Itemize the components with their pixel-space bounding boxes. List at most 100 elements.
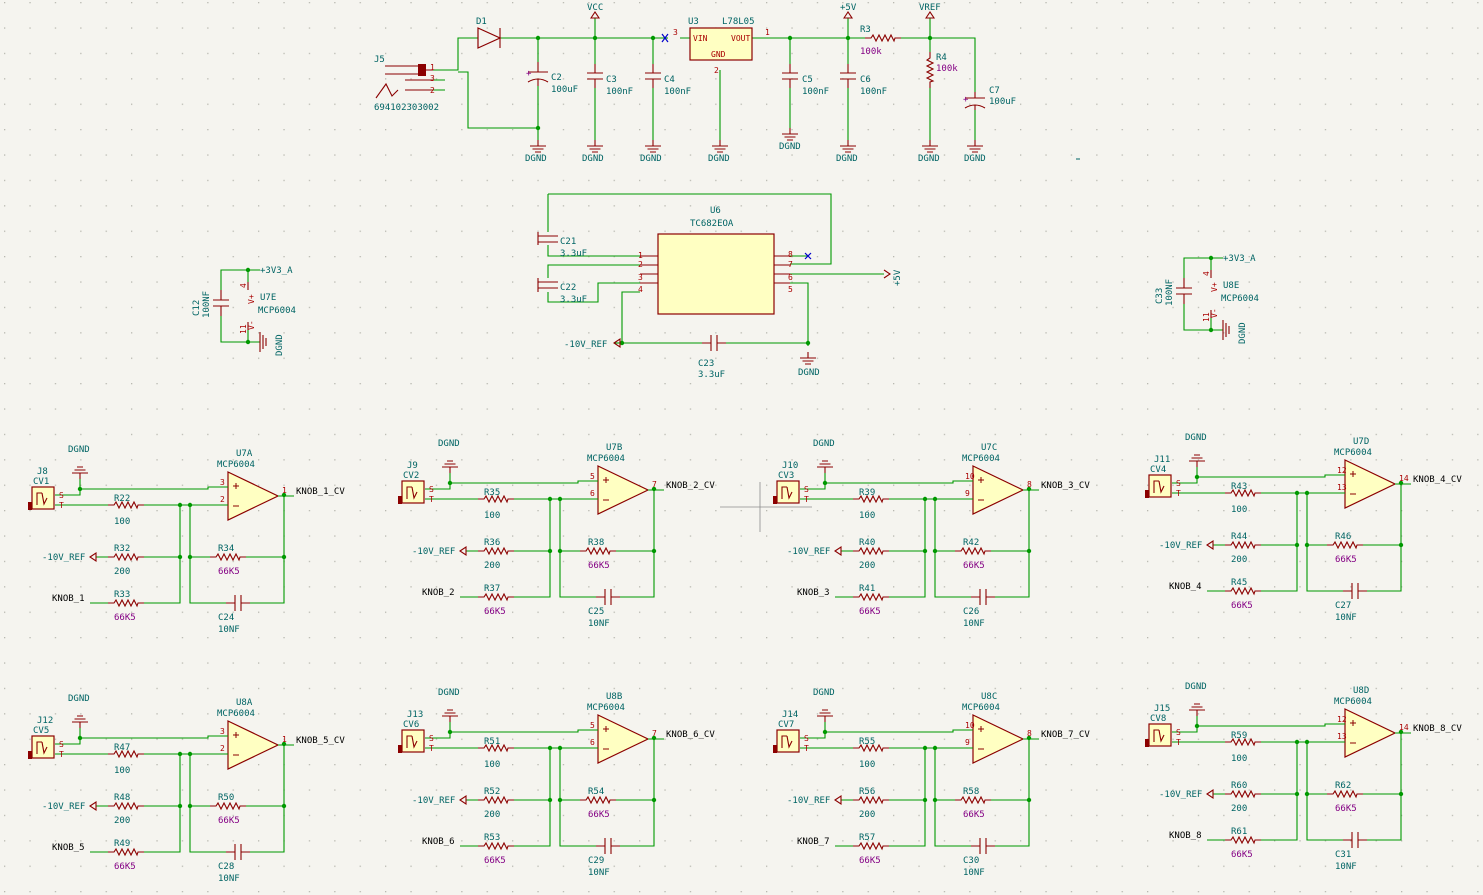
c5-ref: C5 [802,75,813,85]
opamp-plus-pin: 12 [1337,466,1347,475]
jack-ref: J13 [407,710,423,720]
c21-ref: C21 [560,237,576,247]
input-resistor-ref: R47 [114,743,130,753]
feedback-resistor-ref: R34 [218,544,234,554]
jack-value: CV6 [403,720,419,730]
supply-cap-value: 100NF [1165,279,1175,306]
input-resistor-ref: R59 [1231,731,1247,741]
opamp-plus-pin: 5 [590,721,595,730]
c22-value: 3.3uF [560,295,587,305]
supply-gnd-label: DGND [275,334,285,356]
jack-s-pin: S [1176,728,1181,737]
j5-part: 694102303002 [374,103,439,113]
neg-ref-label: -10V_REF [412,547,455,557]
supply-vminus: V- [1210,308,1219,318]
opamp-out-pin: 1 [282,735,287,744]
knob-net-label: KNOB_2 [422,588,455,598]
jack-s-pin: S [804,485,809,494]
supply-rail-label: +3V3_A [260,266,293,276]
channel-gnd-label: DGND [68,694,90,704]
u3-part: L78L05 [722,17,755,27]
feedback-cap-value: 10NF [963,868,985,878]
gnd-label-c6: DGND [836,154,858,164]
opamp-out-pin: 8 [1027,480,1032,489]
jack-ref: J11 [1154,455,1170,465]
knob-resistor-value: 66K5 [114,862,136,872]
input-resistor-value: 100 [859,511,875,521]
feedback-resistor-ref: R38 [588,538,604,548]
opamp-plus-pin: 10 [965,721,975,730]
input-resistor-value: 100 [1231,754,1247,764]
jack-ref: J8 [37,467,48,477]
j5-pin-2: 2 [430,86,435,95]
opamp-ref: U8D [1353,686,1369,696]
channel-gnd-label: DGND [68,445,90,455]
gnd-label-c3: DGND [582,154,604,164]
opamp-part: MCP6004 [962,703,1000,713]
feedback-cap-ref: C26 [963,607,979,617]
channel-gnd-label: DGND [438,439,460,449]
feedback-cap-ref: C27 [1335,601,1351,611]
feedback-cap-value: 10NF [963,619,985,629]
output-net-label: KNOB_5_CV [296,736,345,746]
c2-value: 100uF [551,85,578,95]
u6-ref: U6 [710,206,721,216]
u3-ref: U3 [688,17,699,27]
opamp-out-pin: 1 [282,486,287,495]
input-resistor-value: 100 [484,760,500,770]
feedback-resistor-ref: R50 [218,793,234,803]
neg-ref-label: -10V_REF [412,796,455,806]
knob-resistor-ref: R49 [114,839,130,849]
feedback-cap-ref: C25 [588,607,604,617]
jack-s-pin: S [804,734,809,743]
vref-label: VREF [919,3,941,13]
opamp-part: MCP6004 [587,703,625,713]
offset-resistor-ref: R52 [484,787,500,797]
knob-resistor-value: 66K5 [484,607,506,617]
knob-resistor-value: 66K5 [1231,601,1253,611]
feedback-resistor-ref: R58 [963,787,979,797]
c22-ref: C22 [560,283,576,293]
input-resistor-value: 100 [1231,505,1247,515]
jack-s-pin: S [59,740,64,749]
c3-ref: C3 [606,75,617,85]
opamp-ref: U8C [981,692,997,702]
input-resistor-value: 100 [114,766,130,776]
jack-value: CV4 [1150,465,1166,475]
opamp-minus-pin: 13 [1337,732,1347,741]
opamp-plus-pin: 3 [220,478,225,487]
c21-value: 3.3uF [560,249,587,259]
opamp-minus-pin: 9 [965,489,970,498]
opamp-part: MCP6004 [1334,697,1372,707]
j5-pin-3: 3 [430,74,435,83]
opamp-minus-pin: 9 [965,738,970,747]
jack-value: CV5 [33,726,49,736]
gnd-label-r4: DGND [918,154,940,164]
u6-pin-1: 1 [638,251,643,260]
u6-gnd-label: DGND [798,368,820,378]
supply-gnd-label: DGND [1238,322,1248,344]
knob-net-label: KNOB_4 [1169,582,1202,592]
c3-value: 100nF [606,87,633,97]
channel-gnd-label: DGND [1185,682,1207,692]
supply-cap-value: 100NF [202,291,212,318]
c6-ref: C6 [860,75,871,85]
c5-value: 100nF [802,87,829,97]
c7-value: 100uF [989,97,1016,107]
p5v-pump-label: +5V [893,269,903,286]
feedback-cap-value: 10NF [1335,613,1357,623]
knob-resistor-value: 66K5 [1231,850,1253,860]
opamp-part: MCP6004 [587,454,625,464]
feedback-resistor-value: 66K5 [588,561,610,571]
u6-pin-8: 8 [788,250,793,259]
opamp-out-pin: 14 [1399,474,1409,483]
schematic-sheet: J5 694102303002 1 3 2 D1 VCC + C2 100uF … [0,0,1483,895]
jack-t-pin: T [59,501,64,510]
output-net-label: KNOB_8_CV [1413,724,1462,734]
offset-resistor-value: 200 [859,561,875,571]
svg-text:+: + [526,69,532,79]
feedback-cap-ref: C30 [963,856,979,866]
offset-resistor-ref: R36 [484,538,500,548]
d1-ref: D1 [476,17,487,27]
supply-vminus: V- [247,320,256,330]
